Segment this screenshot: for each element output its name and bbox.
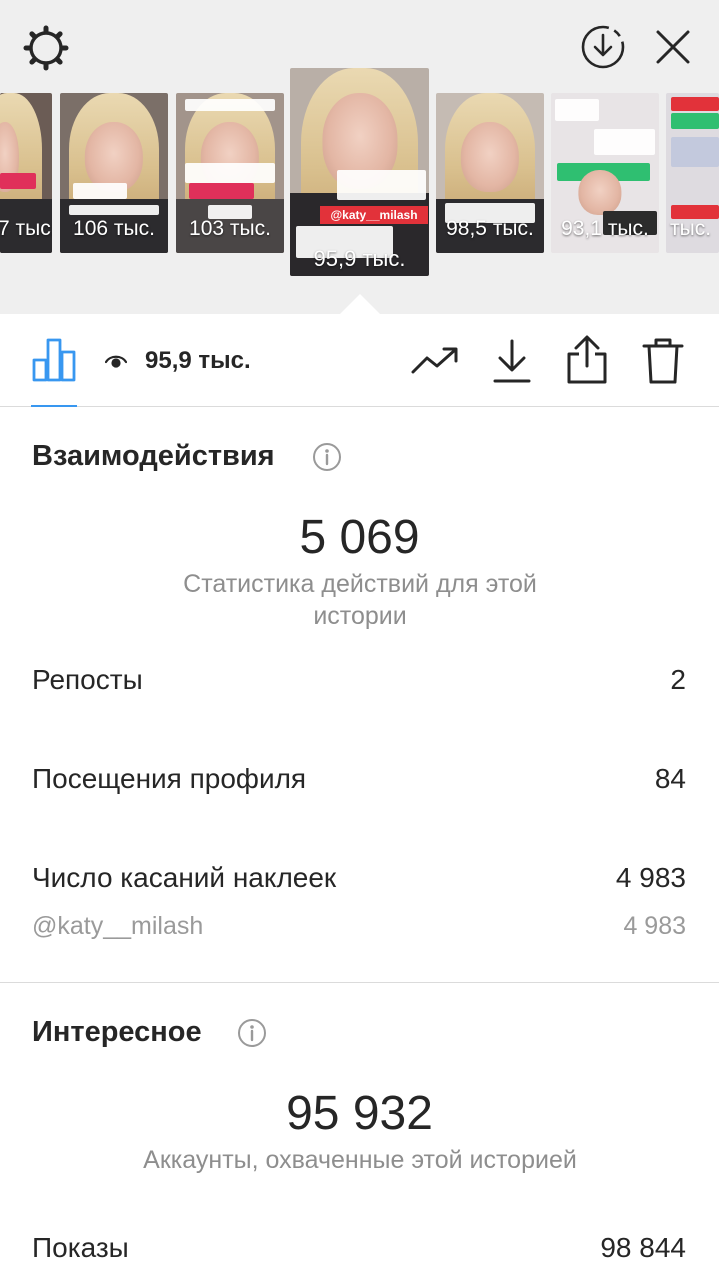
settings-gear-icon: [23, 25, 69, 71]
story-thumbnail[interactable]: 7 тыс.: [0, 93, 52, 253]
download-circle-icon: [581, 25, 625, 69]
discovery-title: Интересное: [32, 1016, 202, 1048]
interaction-row-profile-visits: Посещения профиля 84: [32, 763, 686, 795]
interactions-title: Взаимодействия: [32, 440, 275, 472]
selected-story-pointer: [340, 294, 380, 314]
trash-icon: [642, 338, 684, 384]
story-thumbnail[interactable]: 106 тыс.: [60, 93, 168, 253]
story-thumbnails-strip: 7 тыс. 106 тыс. 103 тыс. @katy__milas: [0, 68, 719, 278]
story-views: тыс.: [670, 217, 712, 240]
story-thumbnail[interactable]: 93,1 тыс.: [551, 93, 659, 253]
discovery-total: 95 932: [286, 1087, 433, 1140]
story-views: 95,9 тыс.: [313, 246, 406, 271]
interaction-row-sticker-taps: Число касаний наклеек 4 983: [32, 862, 686, 894]
row-value: 84: [654, 763, 686, 794]
interactions-total: 5 069: [299, 511, 420, 564]
toolbar-views: 95,9 тыс.: [105, 346, 251, 376]
interactions-caption: Статистика действий для этой истории: [183, 570, 537, 630]
story-thumbnail[interactable]: 103 тыс.: [176, 93, 284, 253]
story-views: 103 тыс.: [189, 217, 271, 240]
row-value: 98 844: [600, 1232, 686, 1263]
delete-button[interactable]: [638, 334, 688, 388]
story-views: 93,1 тыс.: [561, 217, 649, 240]
tab-insights[interactable]: [28, 334, 80, 386]
story-thumbnail[interactable]: 98,5 тыс.: [436, 93, 544, 253]
discovery-row-impressions: Показы 98 844: [32, 1232, 686, 1264]
share-button[interactable]: [563, 332, 611, 388]
row-label: Посещения профиля: [32, 763, 307, 794]
tab-insights-underline: [31, 405, 77, 407]
eye-icon: [105, 355, 127, 368]
sticker-mention-row: @katy__milash 4 983: [32, 912, 686, 941]
row-value: 2: [670, 664, 686, 695]
story-views: 7 тыс.: [0, 217, 52, 240]
trend-icon: [411, 347, 458, 374]
discovery-info-button[interactable]: [237, 1018, 267, 1053]
info-icon: [238, 1019, 266, 1047]
close-icon: [656, 30, 690, 64]
discovery-caption: Аккаунты, охваченные этой историей: [143, 1146, 577, 1174]
settings-button[interactable]: [20, 22, 72, 74]
row-value: 4 983: [615, 862, 686, 893]
story-views: 98,5 тыс.: [446, 217, 534, 240]
sticker-mention-tag: @katy__milash: [320, 206, 428, 224]
promote-button[interactable]: [408, 338, 462, 384]
sticker-mention-label: @katy__milash: [32, 912, 204, 940]
story-thumbnail[interactable]: тыс.: [666, 93, 719, 253]
download-icon: [493, 339, 531, 383]
interaction-row-reposts: Репосты 2: [32, 664, 686, 696]
row-label: Репосты: [32, 664, 143, 695]
sticker-mention-value: 4 983: [623, 912, 686, 940]
story-thumbnail-selected[interactable]: @katy__milash 95,9 тыс.: [290, 68, 429, 276]
story-preview-area: 7 тыс. 106 тыс. 103 тыс. @katy__milas: [0, 0, 719, 314]
interactions-info-button[interactable]: [312, 442, 342, 477]
save-story-button[interactable]: [578, 22, 628, 72]
info-icon: [313, 443, 341, 471]
insights-bar-chart-icon: [32, 338, 76, 382]
row-label: Число касаний наклеек: [32, 862, 337, 893]
share-icon: [567, 335, 607, 384]
download-button[interactable]: [488, 334, 536, 388]
row-label: Показы: [32, 1232, 129, 1263]
section-divider: [0, 982, 719, 983]
close-button[interactable]: [650, 24, 696, 70]
toolbar-views-count: 95,9 тыс.: [145, 347, 251, 374]
story-views: 106 тыс.: [73, 217, 155, 240]
